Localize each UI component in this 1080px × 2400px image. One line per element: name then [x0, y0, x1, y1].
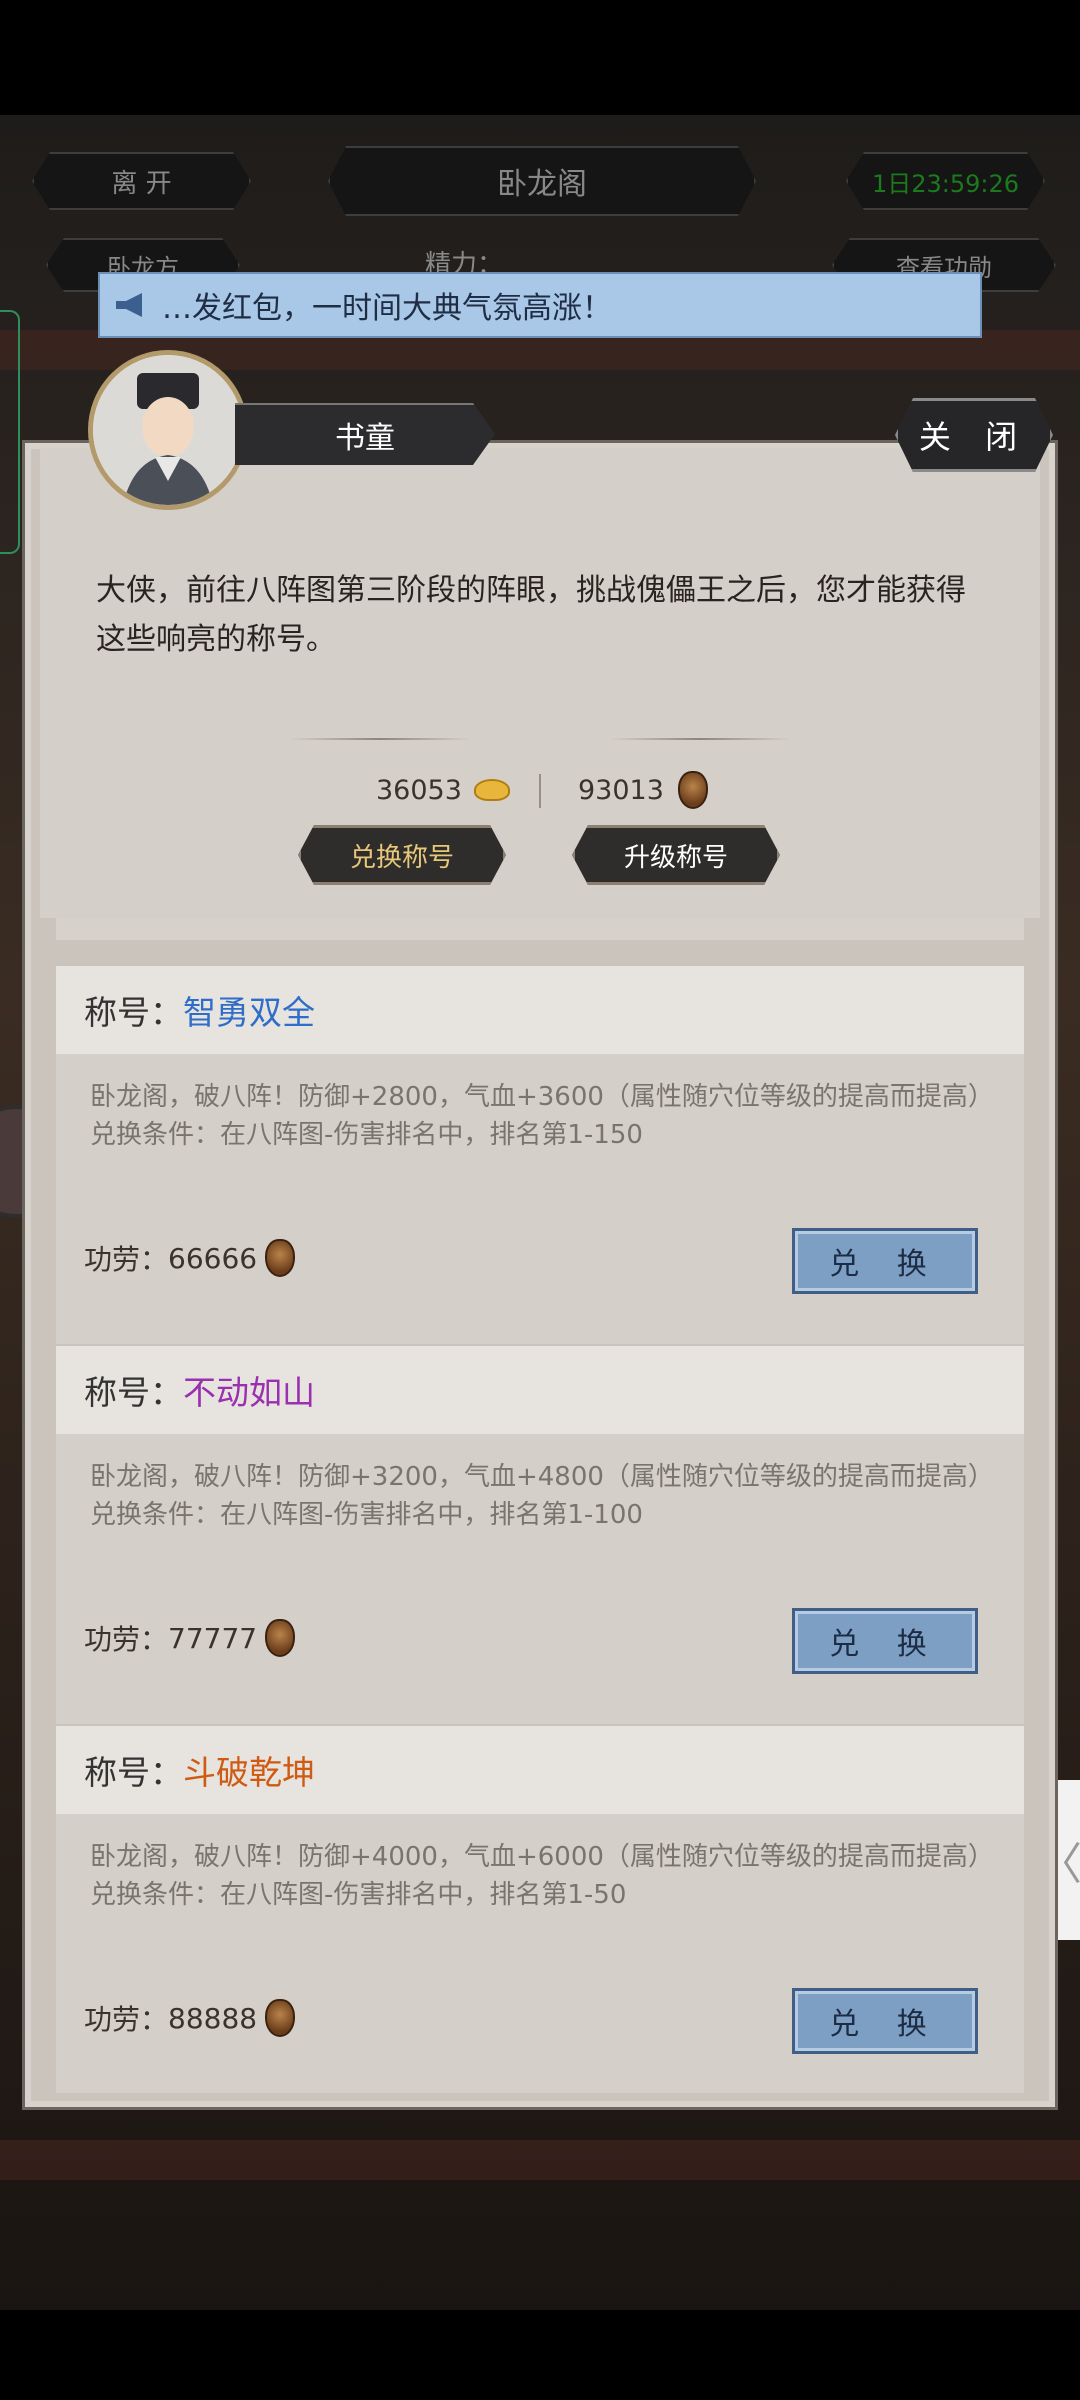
- title-label: 称号：: [84, 1753, 183, 1792]
- merit-medal-icon: [265, 1619, 296, 1657]
- leave-button[interactable]: 离 开: [32, 152, 251, 210]
- list-item: 称号： 智勇双全 卧龙阁，破八阵！防御+2800，气血+3600（属性随穴位等级…: [56, 966, 1024, 1344]
- title-details: 卧龙阁，破八阵！防御+2800，气血+3600（属性随穴位等级的提高而提高） 兑…: [90, 1078, 994, 1154]
- scene-decoration: [0, 2140, 1080, 2180]
- list-item: 称号： 不动如山 卧龙阁，破八阵！防御+3200，气血+4800（属性随穴位等级…: [56, 1346, 1024, 1724]
- npc-name-tab: 书童: [235, 403, 495, 465]
- exchange-title-tab[interactable]: 兑换称号: [298, 825, 506, 885]
- title-condition: 兑换条件：在八阵图-伤害排名中，排名第1-100: [90, 1500, 643, 1530]
- list-item-partial: [56, 918, 1024, 940]
- currency-separator: [539, 774, 541, 808]
- megaphone-icon: [116, 293, 142, 317]
- npc-avatar: [88, 350, 248, 510]
- title-label: 称号：: [84, 1373, 183, 1412]
- announcement-banner: …发红包，一时间大典气氛高涨！: [98, 272, 982, 338]
- title-header: 称号： 斗破乾坤: [56, 1726, 1024, 1814]
- side-panel-tab[interactable]: [0, 310, 20, 554]
- dialog-header-area: [40, 448, 1040, 918]
- gold-amount: 36053: [376, 774, 462, 806]
- merit-medal-icon: [677, 771, 708, 809]
- title-name: 智勇双全: [183, 993, 315, 1032]
- title-cost: 功劳： 77777: [84, 1618, 296, 1658]
- list-item: 称号： 斗破乾坤 卧龙阁，破八阵！防御+4000，气血+6000（属性随穴位等级…: [56, 1726, 1024, 2093]
- cost-value: 66666: [168, 1241, 258, 1275]
- announcement-text: …发红包，一时间大典气氛高涨！: [162, 291, 612, 326]
- title-effect: 卧龙阁，破八阵！防御+2800，气血+3600（属性随穴位等级的提高而提高）: [90, 1082, 994, 1112]
- page-title: 卧龙阁: [328, 146, 756, 216]
- title-label: 称号：: [84, 993, 183, 1032]
- divider-right: [610, 738, 790, 740]
- title-effect: 卧龙阁，破八阵！防御+4000，气血+6000（属性随穴位等级的提高而提高）: [90, 1842, 994, 1872]
- close-button[interactable]: 关 闭: [895, 398, 1053, 472]
- exchange-button[interactable]: 兑 换: [792, 1988, 978, 2054]
- merit-medal-icon: [265, 1239, 296, 1277]
- title-cost: 功劳： 66666: [84, 1238, 296, 1278]
- merit-medal-icon: [265, 1999, 296, 2037]
- title-name: 斗破乾坤: [183, 1753, 315, 1792]
- event-timer: 1日23:59:26: [846, 152, 1045, 210]
- merit-amount: 93013: [578, 774, 664, 806]
- title-effect: 卧龙阁，破八阵！防御+3200，气血+4800（属性随穴位等级的提高而提高）: [90, 1462, 994, 1492]
- merit-balance: 93013: [578, 770, 708, 810]
- cost-value: 77777: [168, 1621, 258, 1655]
- exchange-button[interactable]: 兑 换: [792, 1228, 978, 1294]
- title-condition: 兑换条件：在八阵图-伤害排名中，排名第1-150: [90, 1120, 643, 1150]
- cost-value: 88888: [168, 2001, 258, 2035]
- exchange-button[interactable]: 兑 换: [792, 1608, 978, 1674]
- title-condition: 兑换条件：在八阵图-伤害排名中，排名第1-50: [90, 1880, 627, 1910]
- title-header: 称号： 不动如山: [56, 1346, 1024, 1434]
- divider-left: [290, 738, 470, 740]
- gold-balance: 36053: [376, 770, 510, 810]
- title-cost: 功劳： 88888: [84, 1998, 296, 2038]
- cost-label: 功劳：: [84, 1623, 169, 1656]
- gold-ingot-icon: [473, 779, 510, 801]
- title-header: 称号： 智勇双全: [56, 966, 1024, 1054]
- upgrade-title-tab[interactable]: 升级称号: [572, 825, 780, 885]
- cost-label: 功劳：: [84, 1243, 169, 1276]
- title-details: 卧龙阁，破八阵！防御+4000，气血+6000（属性随穴位等级的提高而提高） 兑…: [90, 1838, 994, 1914]
- title-name: 不动如山: [183, 1373, 315, 1412]
- cost-label: 功劳：: [84, 2003, 169, 2036]
- title-list[interactable]: 称号： 智勇双全 卧龙阁，破八阵！防御+2800，气血+3600（属性随穴位等级…: [56, 918, 1024, 2093]
- title-details: 卧龙阁，破八阵！防御+3200，气血+4800（属性随穴位等级的提高而提高） 兑…: [90, 1458, 994, 1534]
- dialog-description: 大侠，前往八阵图第三阶段的阵眼，挑战傀儡王之后，您才能获得这些响亮的称号。: [96, 573, 966, 657]
